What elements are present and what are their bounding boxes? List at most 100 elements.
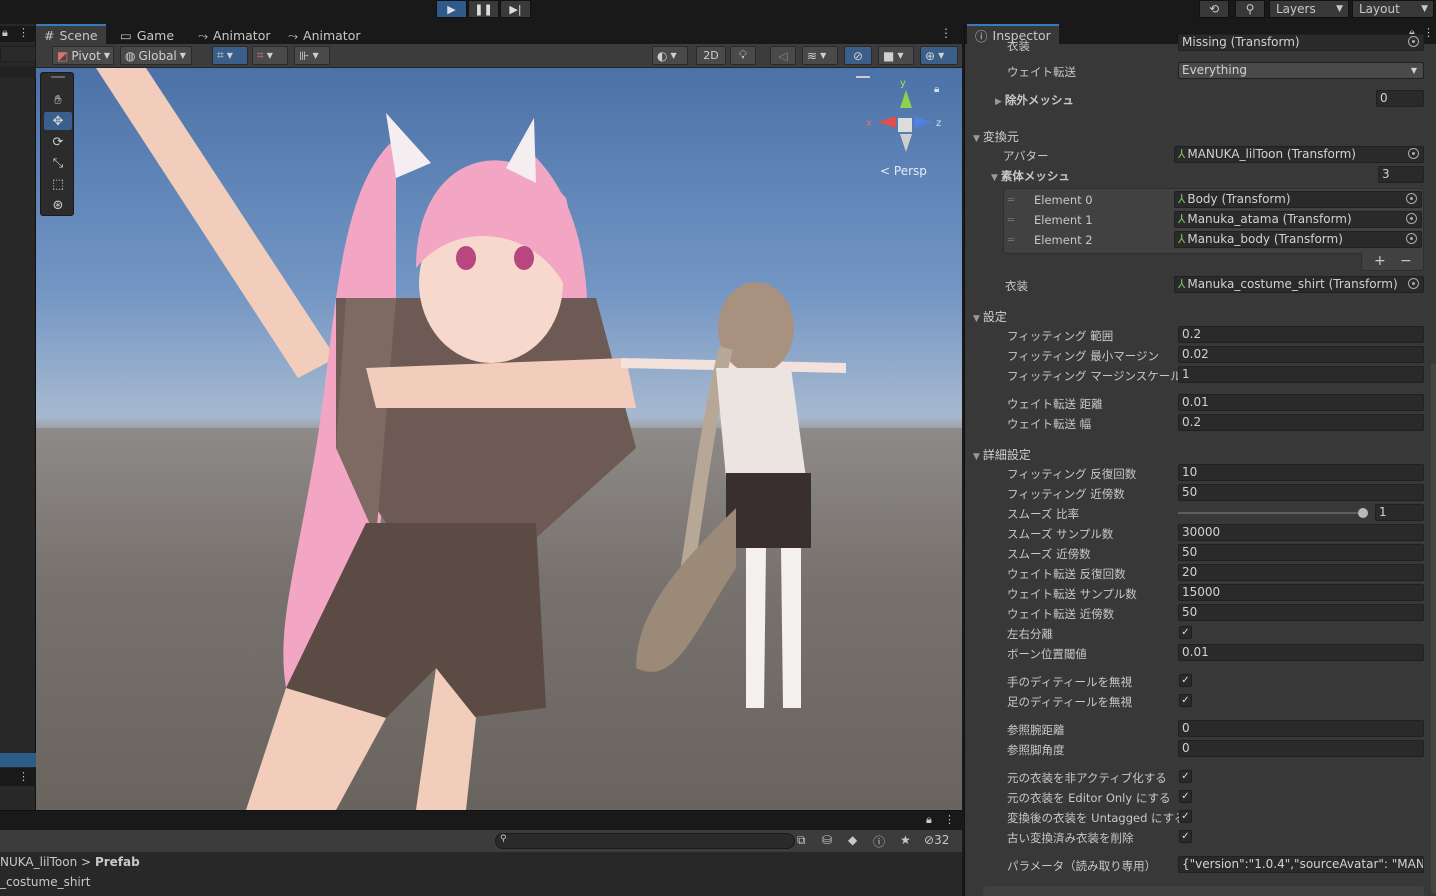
remove-icon[interactable]: − (1400, 253, 1412, 269)
object-picker-icon[interactable] (1406, 233, 1417, 244)
increment-snap-button[interactable]: ⌗ ▼ (252, 46, 288, 65)
deactivate-original-checkbox[interactable]: ✓ (1179, 770, 1192, 783)
filter-icon[interactable]: ⛁ (822, 833, 832, 847)
global-dropdown[interactable]: ◍ Global ▼ (120, 46, 192, 65)
ref-arm-field[interactable]: 0 (1178, 720, 1424, 737)
rect-tool[interactable]: ⬚ (44, 175, 72, 193)
history-button[interactable]: ⟲ (1199, 0, 1229, 18)
label-icon[interactable]: ◆ (848, 833, 857, 847)
audio-toggle[interactable]: ◁ (770, 46, 796, 65)
delete-old-checkbox[interactable]: ✓ (1179, 830, 1192, 843)
hidden-count[interactable]: ⊘32 (924, 833, 949, 847)
exclude-mesh-size[interactable]: 0 (1376, 90, 1424, 107)
palette-grip[interactable] (51, 76, 65, 78)
smooth-samples-field[interactable]: 30000 (1178, 524, 1424, 541)
scene-viewport[interactable]: ✋︎ ✥ ⟳ ⤡ ⬚ ⊛ y x z 🔒︎ < Persp (36, 68, 962, 810)
element-2-field[interactable]: ⅄ Manuka_body (Transform) (1174, 231, 1422, 248)
fit-margin-scale-field[interactable]: 1 (1178, 366, 1424, 383)
tab-animator-1[interactable]: ⤳ Animator (190, 26, 279, 45)
menu-dots-icon[interactable]: ⋮ (940, 26, 952, 40)
menu-dots-icon[interactable]: ⋮ (944, 813, 955, 826)
ignore-foot-checkbox[interactable]: ✓ (1179, 694, 1192, 707)
pivot-dropdown[interactable]: ◩ Pivot ▼ (52, 46, 114, 65)
project-item[interactable]: _costume_shirt (0, 875, 90, 889)
step-button[interactable]: ▶| (500, 0, 531, 18)
object-picker-icon[interactable] (1406, 193, 1417, 204)
add-icon[interactable]: + (1374, 253, 1386, 269)
play-button[interactable]: ▶ (436, 0, 467, 18)
rotate-tool[interactable]: ⟳ (44, 133, 72, 151)
tab-game[interactable]: ▭ Game (112, 26, 182, 45)
untagged-checkbox[interactable]: ✓ (1179, 810, 1192, 823)
gizmo-grip[interactable] (856, 76, 870, 78)
scale-tool[interactable]: ⤡ (44, 154, 72, 172)
fit-range-field[interactable]: 0.2 (1178, 326, 1424, 343)
body-mesh-count[interactable]: 3 (1378, 166, 1424, 183)
gizmo-center[interactable] (898, 118, 912, 132)
costume-field-top[interactable]: Missing (Transform) (1178, 34, 1424, 51)
project-search-input[interactable]: ⚲ (495, 833, 795, 849)
inspector-scrollbar[interactable] (1431, 364, 1436, 894)
smooth-neighbors-field[interactable]: 50 (1178, 544, 1424, 561)
lighting-toggle[interactable]: 💡︎ (730, 46, 756, 65)
object-picker-icon[interactable] (1406, 213, 1417, 224)
layout-dropdown[interactable]: Layout ▼ (1352, 0, 1434, 18)
menu-dots-icon[interactable]: ⋮ (18, 770, 29, 783)
gizmos-dropdown[interactable]: ⊕ ▼ (920, 46, 958, 65)
grid-snap-button[interactable]: ⌗ ▼ (212, 46, 248, 65)
ruler-button[interactable]: ⊪ ▼ (294, 46, 330, 65)
smooth-ratio-slider-thumb[interactable] (1358, 508, 1368, 518)
hand-tool[interactable]: ✋︎ (44, 91, 72, 109)
ignore-hand-checkbox[interactable]: ✓ (1179, 674, 1192, 687)
hierarchy-search[interactable] (0, 46, 36, 62)
params-field[interactable]: {"version":"1.0.4","sourceAvatar": "MANU… (1178, 856, 1424, 873)
tab-scene[interactable]: # Scene (36, 24, 106, 45)
axis-x-cone[interactable] (878, 116, 896, 128)
breadcrumb-leaf[interactable]: Prefab (95, 855, 140, 869)
weight-iterations-field[interactable]: 20 (1178, 564, 1424, 581)
body-mesh-foldout[interactable]: ▼ 素体メッシュ (991, 168, 1070, 184)
smooth-ratio-field[interactable]: 1 (1375, 504, 1424, 521)
weight-distance-field[interactable]: 0.01 (1178, 394, 1424, 411)
object-picker-icon[interactable] (1408, 148, 1419, 159)
effects-dropdown[interactable]: ≋ ▼ (802, 46, 838, 65)
transform-tool[interactable]: ⊛ (44, 196, 72, 214)
drag-handle-icon[interactable]: ═ (1008, 215, 1014, 226)
persp-label[interactable]: < Persp (880, 164, 927, 178)
fit-min-margin-field[interactable]: 0.02 (1178, 346, 1424, 363)
camera-dropdown[interactable]: ■ ▼ (878, 46, 914, 65)
draw-mode-dropdown[interactable]: ◐ ▼ (652, 46, 688, 65)
exclude-mesh-foldout[interactable]: ▶ 除外メッシュ (995, 92, 1074, 108)
pause-button[interactable]: ❚❚ (468, 0, 499, 18)
weight-samples-field[interactable]: 15000 (1178, 584, 1424, 601)
move-tool[interactable]: ✥ (44, 112, 72, 130)
orientation-gizmo[interactable]: y x z 🔒︎ < Persp (856, 74, 956, 178)
search-by-type-icon[interactable]: ⧉ (797, 833, 806, 848)
editor-only-checkbox[interactable]: ✓ (1179, 790, 1192, 803)
drag-handle-icon[interactable]: ═ (1008, 195, 1014, 206)
settings-section[interactable]: ▼ 設定 (973, 308, 1007, 325)
drag-handle-icon[interactable]: ═ (1008, 235, 1014, 246)
avatar-field[interactable]: ⅄ MANUKA_lilToon (Transform) (1174, 146, 1424, 163)
lock-icon[interactable]: 🔒︎ (2, 26, 8, 40)
smooth-ratio-slider-track[interactable] (1178, 512, 1364, 514)
weight-transfer-dropdown[interactable]: Everything ▼ (1178, 62, 1424, 79)
lock-icon[interactable]: 🔒︎ (934, 84, 939, 95)
costume-field[interactable]: ⅄ Manuka_costume_shirt (Transform) (1174, 276, 1424, 293)
search-button[interactable]: ⚲ (1235, 0, 1265, 18)
object-picker-icon[interactable] (1408, 278, 1419, 289)
warning-icon[interactable]: ⓘ (873, 833, 885, 850)
weight-neighbors-field[interactable]: 50 (1178, 604, 1424, 621)
hidden-toggle[interactable]: ⊘ (844, 46, 872, 65)
breadcrumb-root[interactable]: NUKA_lilToon (0, 855, 77, 869)
2d-toggle[interactable]: 2D (696, 46, 726, 65)
left-right-split-checkbox[interactable]: ✓ (1179, 626, 1192, 639)
axis-y-cone[interactable] (900, 90, 912, 108)
fit-neighbors-field[interactable]: 50 (1178, 484, 1424, 501)
tab-animator-2[interactable]: ⤳ Animator (280, 26, 369, 45)
object-picker-icon[interactable] (1408, 36, 1419, 47)
menu-dots-icon[interactable]: ⋮ (1423, 26, 1434, 39)
favorite-icon[interactable]: ★ (900, 833, 911, 847)
lock-icon[interactable]: 🔒︎ (926, 813, 932, 827)
layers-dropdown[interactable]: Layers ▼ (1269, 0, 1349, 18)
